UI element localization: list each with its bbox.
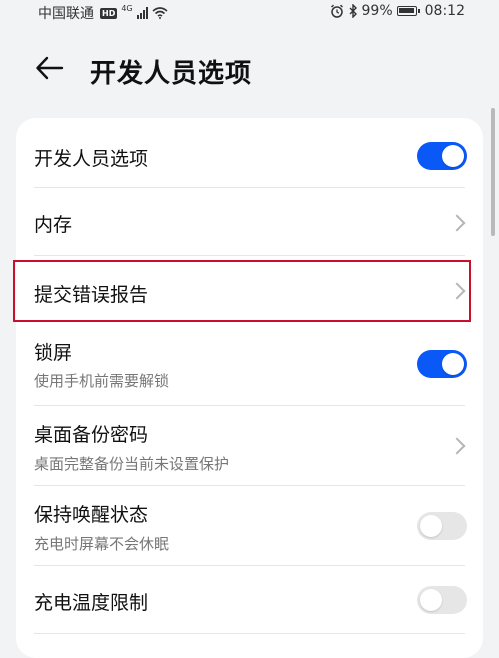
toggle-knob (442, 353, 464, 375)
lock-screen-toggle[interactable] (417, 350, 467, 378)
divider (34, 633, 465, 634)
row-title: 提交错误报告 (34, 284, 149, 306)
status-left: 中国联通 HD 4G (38, 3, 168, 23)
row-title: 开发人员选项 (34, 148, 149, 170)
toggle-knob (420, 515, 442, 537)
stay-awake-row[interactable]: 保持唤醒状态 充电时屏幕不会休眠 (16, 486, 483, 566)
row-title: 锁屏 (34, 342, 73, 364)
row-title: 桌面备份密码 (34, 424, 149, 446)
header: 开发人员选项 (0, 40, 499, 100)
toggle-knob (442, 145, 464, 167)
chevron-right-icon (448, 437, 466, 455)
stay-awake-toggle[interactable] (417, 512, 467, 540)
row-title: 充电温度限制 (34, 592, 149, 614)
developer-options-row[interactable]: 开发人员选项 (16, 118, 483, 188)
battery-percent: 99% (361, 3, 393, 19)
settings-card: 开发人员选项 内存 提交错误报告 锁屏 使用手机前需要解锁 桌面备份密码 桌面完… (16, 118, 483, 658)
carrier-name: 中国联通 (38, 6, 94, 22)
charging-temp-row[interactable]: 充电温度限制 (16, 566, 483, 634)
wifi-icon (152, 7, 168, 19)
network-type: 4G (121, 3, 133, 13)
bug-report-row[interactable]: 提交错误报告 (16, 256, 483, 324)
battery-icon (396, 6, 420, 16)
status-bar: 中国联通 HD 4G 99% 08:12 (0, 0, 499, 26)
bluetooth-icon (349, 4, 357, 18)
status-right: 99% 08:12 (330, 3, 465, 19)
lock-screen-row[interactable]: 锁屏 使用手机前需要解锁 (16, 324, 483, 406)
back-button[interactable] (34, 52, 66, 84)
toggle-knob (420, 589, 442, 611)
charging-temp-toggle[interactable] (417, 586, 467, 614)
hd-icon: HD (100, 7, 118, 19)
backup-password-row[interactable]: 桌面备份密码 桌面完整备份当前未设置保护 (16, 406, 483, 486)
row-subtitle: 充电时屏幕不会休眠 (34, 535, 170, 553)
scrollbar[interactable] (491, 108, 495, 236)
developer-options-toggle[interactable] (417, 142, 467, 170)
page-title: 开发人员选项 (90, 59, 253, 89)
signal-icon (136, 7, 148, 19)
chevron-right-icon (448, 214, 466, 232)
back-arrow-icon (36, 56, 64, 80)
row-subtitle: 桌面完整备份当前未设置保护 (34, 455, 230, 473)
alarm-icon (330, 4, 343, 18)
chevron-right-icon (448, 282, 466, 300)
row-title: 保持唤醒状态 (34, 504, 149, 526)
row-title: 内存 (34, 214, 73, 236)
clock: 08:12 (424, 3, 465, 19)
row-subtitle: 使用手机前需要解锁 (34, 372, 170, 390)
memory-row[interactable]: 内存 (16, 188, 483, 256)
